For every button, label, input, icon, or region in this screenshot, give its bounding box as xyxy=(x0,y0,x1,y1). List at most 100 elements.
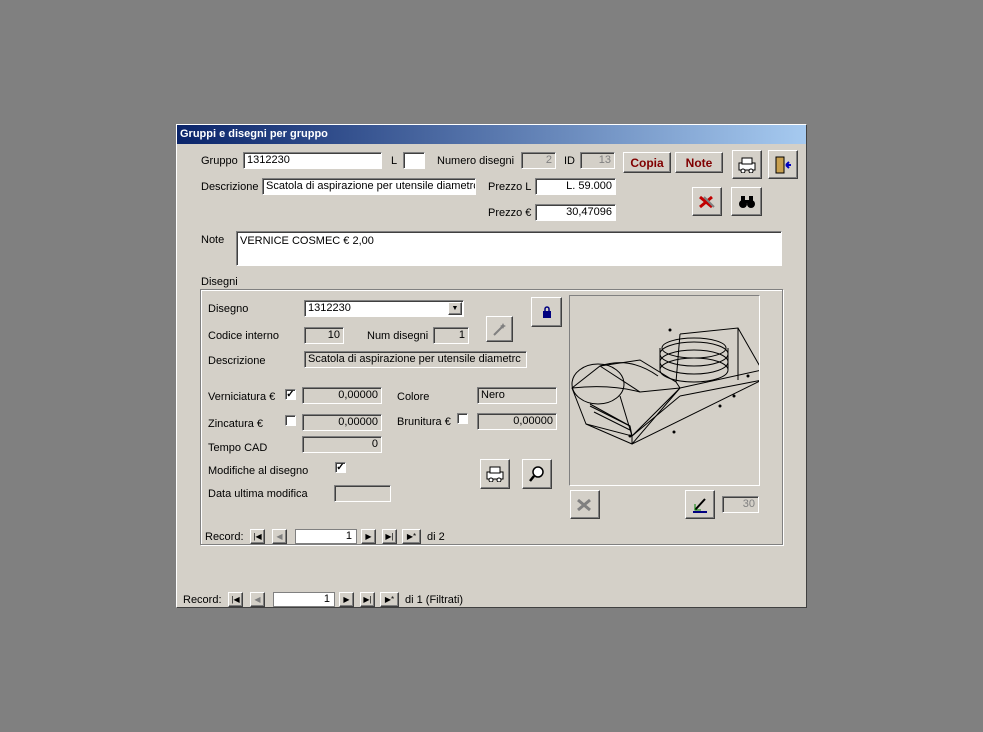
gruppo-label: Gruppo xyxy=(201,155,238,167)
footer-next-button[interactable]: ▶ xyxy=(339,592,354,607)
id-field: 13 xyxy=(580,152,615,169)
prev-icon: ◀ xyxy=(254,595,261,604)
l-label: L xyxy=(391,155,398,167)
delete-button[interactable] xyxy=(692,187,722,216)
delete-icon xyxy=(699,195,715,208)
print-drawing-button[interactable] xyxy=(480,459,510,489)
verniciatura-label: Verniciatura € xyxy=(208,391,276,403)
footer-record-label: Record: xyxy=(183,594,222,606)
prezzo-l-field[interactable]: L. 59.000 xyxy=(535,178,616,195)
edit-drawing-icon xyxy=(693,497,707,513)
footer-record-input[interactable]: 1 xyxy=(273,592,335,607)
modifiche-checkbox[interactable]: ✓ xyxy=(335,462,346,473)
colore-label: Colore xyxy=(397,391,430,403)
disegni-first-button[interactable]: |◀ xyxy=(250,529,265,544)
num-disegni-label: Num disegni xyxy=(367,330,429,342)
exit-button[interactable] xyxy=(768,150,798,179)
footer-first-button[interactable]: |◀ xyxy=(228,592,243,607)
print-button[interactable] xyxy=(732,150,762,179)
brunitura-label: Brunitura € xyxy=(397,416,451,428)
disegno-value: 1312230 xyxy=(308,302,351,314)
delete-disabled-icon xyxy=(577,498,591,511)
footer-new-button[interactable]: ▶* xyxy=(380,592,399,607)
print-icon xyxy=(738,157,756,173)
print-icon xyxy=(486,466,504,482)
descrizione-label: Descrizione xyxy=(201,181,259,193)
zincatura-field: 0,00000 xyxy=(302,414,382,431)
tempo-cad-field: 0 xyxy=(302,436,382,453)
picture-counter-field: 30 xyxy=(722,496,759,513)
new-record-icon: ▶* xyxy=(406,532,417,541)
zoom-button[interactable] xyxy=(522,459,552,489)
zincatura-checkbox[interactable] xyxy=(285,415,296,426)
disegni-record-input[interactable]: 1 xyxy=(295,529,357,544)
find-button[interactable] xyxy=(731,187,762,216)
l-field[interactable] xyxy=(403,152,425,169)
prezzo-l-label: Prezzo L xyxy=(488,181,532,193)
note-field[interactable]: VERNICE COSMEC € 2,00 xyxy=(236,231,782,266)
new-record-icon: ▶* xyxy=(384,595,395,604)
zincatura-label: Zincatura € xyxy=(208,418,264,430)
data-ultima-label: Data ultima modifica xyxy=(208,488,308,500)
data-ultima-field xyxy=(334,485,391,502)
colore-field: Nero xyxy=(477,387,557,404)
window-title: Gruppi e disegni per gruppo xyxy=(177,125,806,144)
zoom-icon xyxy=(529,466,544,482)
delete-drawing-button[interactable] xyxy=(570,490,600,519)
drawing-image xyxy=(571,327,763,445)
modifiche-label: Modifiche al disegno xyxy=(208,465,309,477)
gruppo-field[interactable]: 1312230 xyxy=(243,152,382,169)
disegno-combo[interactable]: 1312230 xyxy=(304,300,464,317)
form-window: Gruppi e disegni per gruppo Gruppo 13122… xyxy=(176,124,807,608)
prezzo-e-label: Prezzo € xyxy=(488,207,532,219)
exit-door-icon xyxy=(775,156,791,173)
codice-interno-field: 10 xyxy=(304,327,344,344)
footer-record-total: di 1 (Filtrati) xyxy=(405,594,464,606)
disegno-descrizione-field: Scatola di aspirazione per utensile diam… xyxy=(304,351,527,368)
note-button[interactable]: Note xyxy=(675,152,723,173)
numero-disegni-field: 2 xyxy=(521,152,556,169)
check-mark-icon: ✓ xyxy=(336,462,345,473)
disegni-section-label: Disegni xyxy=(201,276,238,288)
brunitura-checkbox[interactable] xyxy=(457,413,468,424)
wand-icon xyxy=(492,323,506,336)
disegno-dropdown-button[interactable]: ▼ xyxy=(448,302,462,315)
disegni-record-label: Record: xyxy=(205,531,244,543)
copia-button[interactable]: Copia xyxy=(623,152,671,173)
disegni-prev-button[interactable]: ◀ xyxy=(272,529,287,544)
edit-drawing-button[interactable] xyxy=(685,490,715,519)
note-label: Note xyxy=(201,234,225,246)
descrizione-field[interactable]: Scatola di aspirazione per utensile diam… xyxy=(262,178,476,195)
last-icon: ▶| xyxy=(385,532,394,541)
tempo-cad-label: Tempo CAD xyxy=(208,442,268,454)
wand-button[interactable] xyxy=(486,316,513,342)
numero-disegni-label: Numero disegni xyxy=(437,155,515,167)
next-icon: ▶ xyxy=(365,532,372,541)
verniciatura-checkbox[interactable]: ✓ xyxy=(285,389,296,400)
lock-icon xyxy=(542,306,551,318)
disegni-new-button[interactable]: ▶* xyxy=(402,529,421,544)
disegni-record-total: di 2 xyxy=(427,531,445,543)
disegno-descrizione-label: Descrizione xyxy=(208,355,266,367)
check-mark-icon: ✓ xyxy=(286,389,295,400)
first-icon: |◀ xyxy=(231,595,240,604)
verniciatura-field: 0,00000 xyxy=(302,387,382,404)
next-icon: ▶ xyxy=(343,595,350,604)
disegni-next-button[interactable]: ▶ xyxy=(361,529,376,544)
footer-prev-button[interactable]: ◀ xyxy=(250,592,265,607)
binoculars-icon xyxy=(738,195,755,208)
prev-icon: ◀ xyxy=(276,532,283,541)
disegno-label: Disegno xyxy=(208,303,249,315)
chevron-down-icon: ▼ xyxy=(451,305,459,312)
num-disegni-field: 1 xyxy=(433,327,469,344)
codice-interno-label: Codice interno xyxy=(208,330,279,342)
id-label: ID xyxy=(564,155,575,167)
brunitura-field: 0,00000 xyxy=(477,413,557,430)
prezzo-e-field[interactable]: 30,47096 xyxy=(535,204,616,221)
lock-button[interactable] xyxy=(531,297,562,327)
drawing-picture xyxy=(569,295,763,486)
footer-last-button[interactable]: ▶| xyxy=(360,592,375,607)
first-icon: |◀ xyxy=(253,532,262,541)
last-icon: ▶| xyxy=(363,595,372,604)
disegni-last-button[interactable]: ▶| xyxy=(382,529,397,544)
